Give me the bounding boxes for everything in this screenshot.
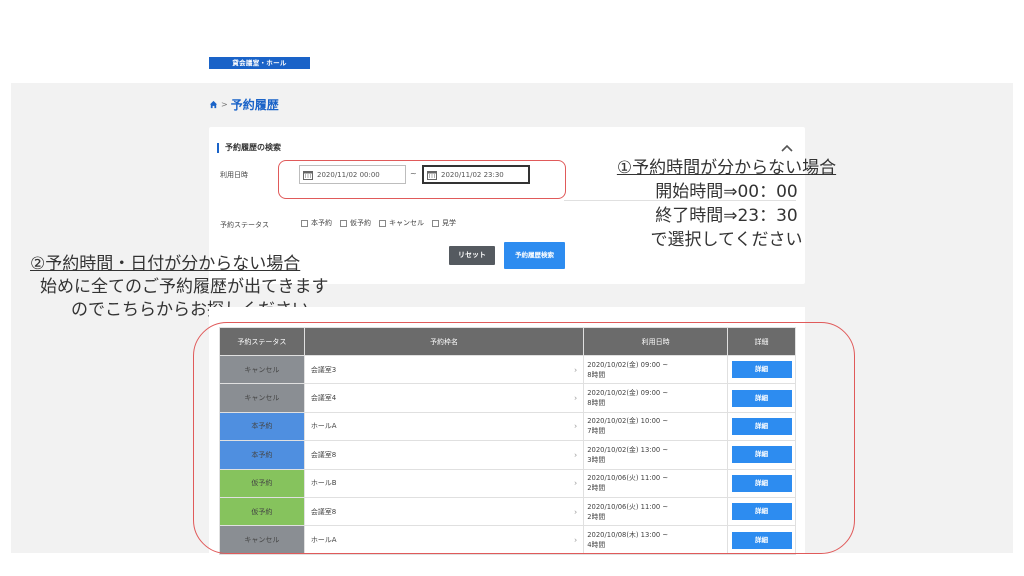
breadcrumb-separator: >	[221, 99, 228, 109]
status-option-tour[interactable]: 見学	[432, 218, 456, 228]
annotation-note-1: ①予約時間が分からない場合 開始時間⇒00：00 終了時間⇒23：30 で選択し…	[600, 156, 853, 252]
annotation-note-2-title: ②予約時間・日付が分からない場合	[30, 254, 301, 274]
annotation-highlight-date	[278, 160, 566, 199]
home-icon[interactable]	[209, 100, 218, 109]
checkbox[interactable]	[379, 219, 386, 227]
status-option-main[interactable]: 本予約	[301, 218, 332, 228]
status-filter-group: 本予約 仮予約 キャンセル 見学	[301, 218, 456, 228]
chevron-up-icon[interactable]	[781, 137, 793, 152]
reset-button[interactable]: リセット	[449, 246, 495, 265]
annotation-note-1-title: ①予約時間が分からない場合	[616, 158, 837, 178]
checkbox[interactable]	[432, 219, 439, 227]
search-button[interactable]: 予約履歴検索	[504, 242, 565, 269]
annotation-highlight-table	[193, 322, 855, 554]
annotation-note-1-line: 終了時間⇒23：30	[655, 206, 798, 226]
page-title: 予約履歴	[230, 97, 279, 112]
search-heading: 予約履歴の検索	[217, 143, 281, 153]
checkbox[interactable]	[301, 219, 308, 227]
checkbox[interactable]	[340, 219, 347, 227]
annotation-note-1-line: 開始時間⇒00：00	[655, 182, 798, 202]
annotation-note-1-line: で選択してください	[650, 230, 803, 250]
status-option-cancel[interactable]: キャンセル	[379, 218, 424, 228]
status-option-temp[interactable]: 仮予約	[340, 218, 371, 228]
date-label: 利用日時	[220, 171, 248, 179]
annotation-note-2-line: 始めに全てのご予約履歴が出てきます	[40, 277, 329, 297]
site-logo[interactable]: 貸会議室・ホール	[209, 57, 310, 69]
status-label: 予約ステータス	[220, 221, 269, 229]
page: 貸会議室・ホール > 予約履歴 予約履歴の検索 利用日時 2020/11/02 …	[0, 0, 1024, 576]
breadcrumb: > 予約履歴	[209, 96, 279, 112]
